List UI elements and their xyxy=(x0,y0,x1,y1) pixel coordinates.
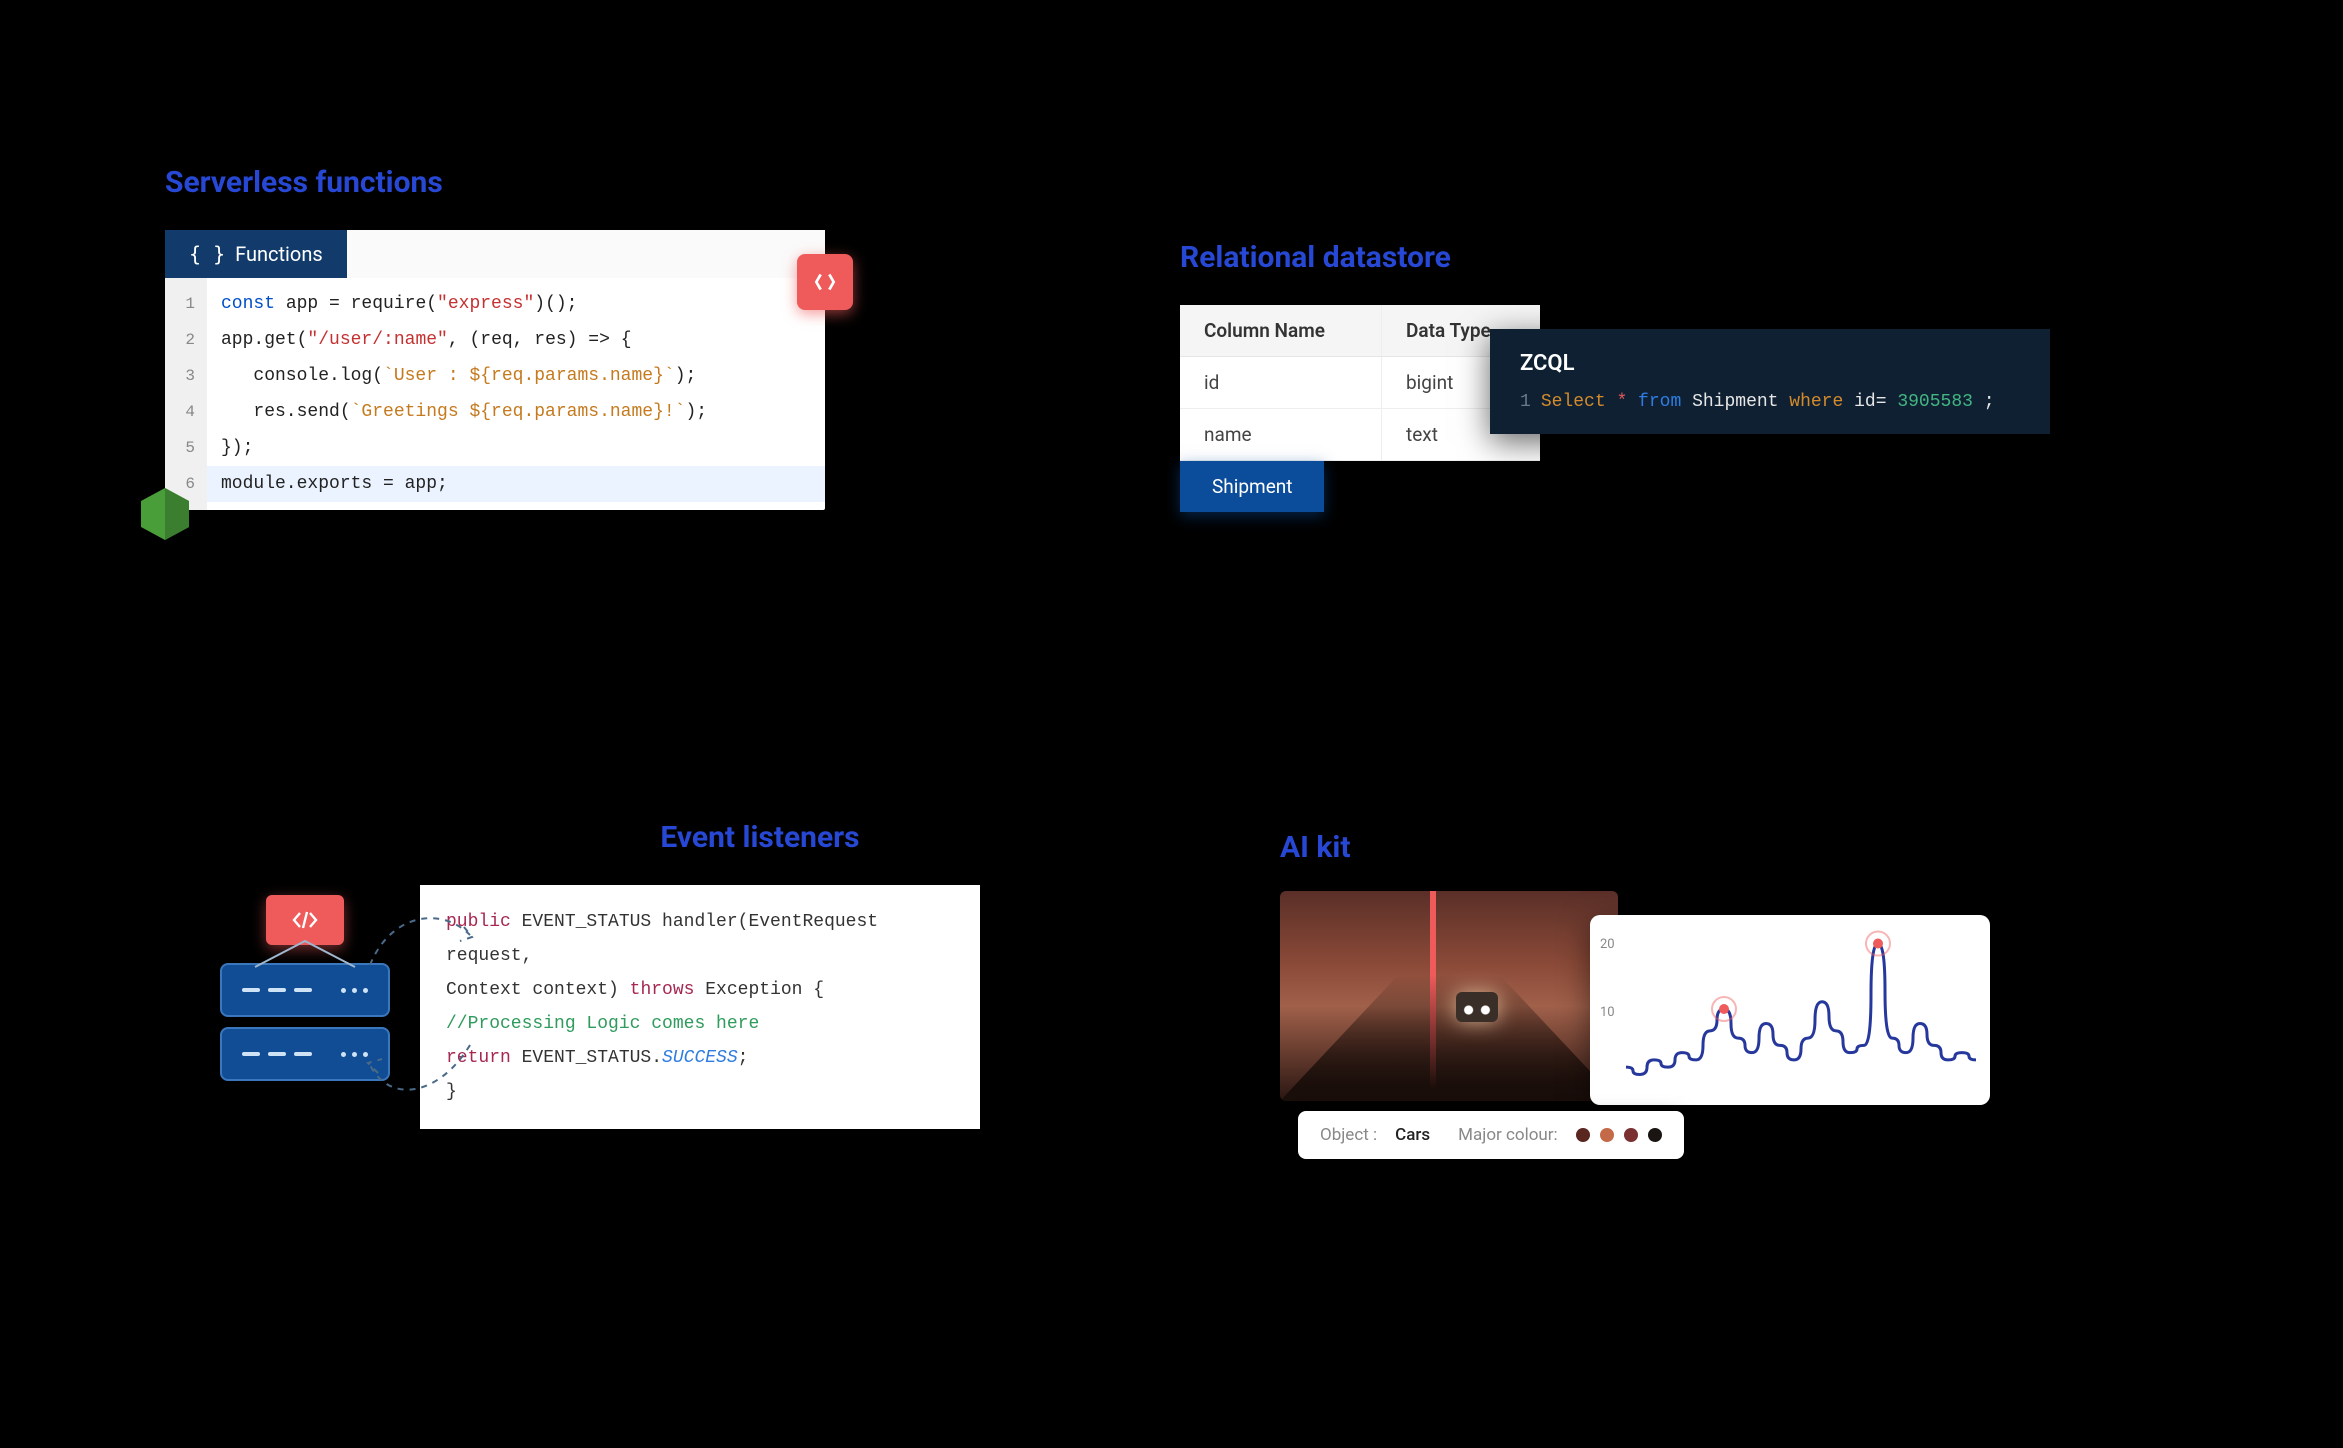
dashed-arrow-icon xyxy=(360,895,480,975)
zcql-line-number: 1 xyxy=(1520,392,1531,412)
code-editor: { } Functions 123456 const app = require… xyxy=(165,230,825,510)
relational-title: Relational datastore xyxy=(1180,240,2080,275)
tab-strip-empty xyxy=(347,230,825,278)
code-lines[interactable]: const app = require("express")();app.get… xyxy=(207,278,825,510)
server-stack xyxy=(220,885,390,1091)
object-label: Object : xyxy=(1320,1125,1377,1145)
aikit-title: AI kit xyxy=(1280,830,2000,865)
chart-svg xyxy=(1626,929,1976,1089)
col-header-name: Column Name xyxy=(1180,305,1382,357)
line-gutter: 123456 xyxy=(165,278,207,510)
object-value: Cars xyxy=(1395,1125,1430,1145)
colour-swatch xyxy=(1648,1128,1662,1142)
code-badge-icon xyxy=(797,254,853,310)
aikit-body: 20 10 Object : Cars Major colour: xyxy=(1280,891,2000,1101)
serverless-section: Serverless functions { } Functions 12345… xyxy=(165,165,865,510)
code-body: 123456 const app = require("express")();… xyxy=(165,278,825,510)
zcql-title: ZCQL xyxy=(1520,351,2020,376)
nodejs-icon xyxy=(135,484,195,544)
datastore-stack: Column Name Data Type idbigintnametext S… xyxy=(1180,305,2080,512)
ai-info-strip: Object : Cars Major colour: xyxy=(1298,1111,1684,1159)
colour-swatch xyxy=(1576,1128,1590,1142)
relational-section: Relational datastore Column Name Data Ty… xyxy=(1180,240,2080,512)
y-tick-10: 10 xyxy=(1600,1005,1615,1020)
shipment-button[interactable]: Shipment xyxy=(1180,461,1324,512)
schema-table: Column Name Data Type idbigintnametext xyxy=(1180,305,1540,461)
table-row: nametext xyxy=(1180,409,1540,461)
road-image xyxy=(1280,891,1618,1101)
aikit-section: AI kit 20 10 Object : Cars Major colour: xyxy=(1280,830,2000,1101)
zcql-panel: ZCQL 1Select * from Shipment where id= 3… xyxy=(1490,329,2050,434)
functions-tab-label: Functions xyxy=(235,242,323,266)
y-tick-20: 20 xyxy=(1600,937,1615,952)
colour-swatch xyxy=(1624,1128,1638,1142)
line-chart: 20 10 xyxy=(1590,915,1990,1105)
colour-swatches xyxy=(1576,1128,1662,1142)
braces-icon: { } xyxy=(189,242,225,266)
events-section: Event listeners public EVEN xyxy=(220,820,1070,1129)
functions-tab[interactable]: { } Functions xyxy=(165,230,347,278)
serverless-title: Serverless functions xyxy=(165,165,865,200)
zcql-code[interactable]: 1Select * from Shipment where id= 390558… xyxy=(1520,392,2020,412)
table-row: idbigint xyxy=(1180,357,1540,409)
dashed-arrow-icon xyxy=(360,1035,480,1115)
colour-label: Major colour: xyxy=(1458,1125,1558,1145)
editor-tabs: { } Functions xyxy=(165,230,825,278)
events-title: Event listeners xyxy=(450,820,1070,855)
car-icon xyxy=(1456,992,1498,1022)
colour-swatch xyxy=(1600,1128,1614,1142)
event-code-block[interactable]: public EVENT_STATUS handler(EventRequest… xyxy=(420,885,980,1129)
